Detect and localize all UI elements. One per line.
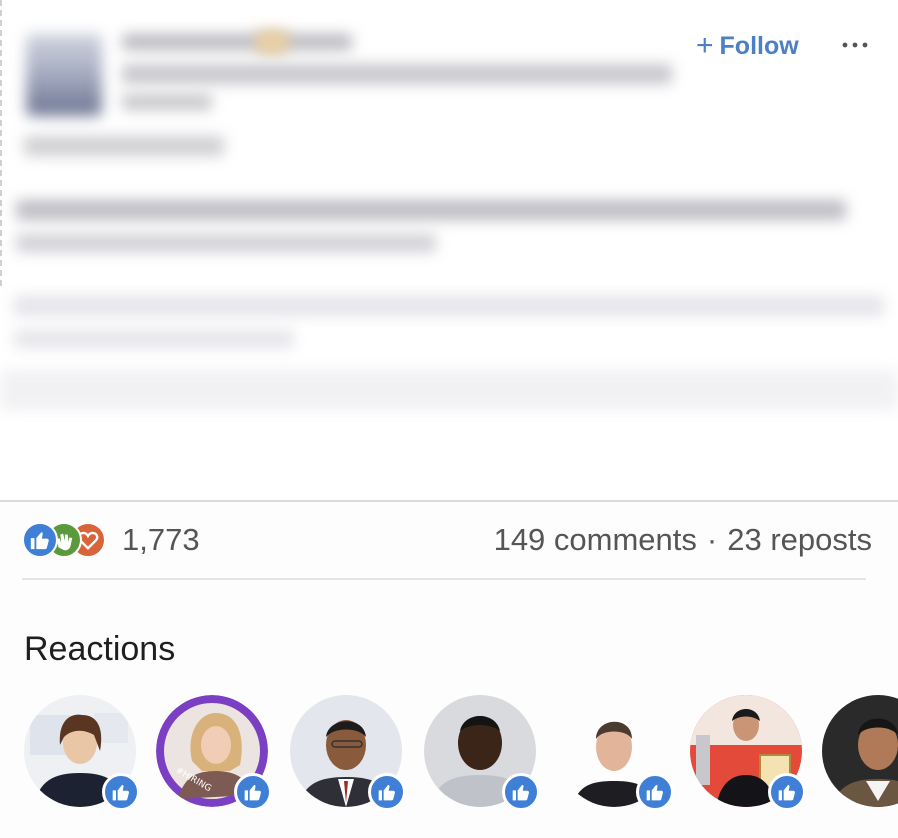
author-name-redacted[interactable] xyxy=(122,34,352,50)
like-icon xyxy=(22,522,58,558)
like-badge-icon xyxy=(502,773,540,811)
reactor-avatar-7[interactable] xyxy=(822,695,898,807)
author-emoji-redacted xyxy=(256,30,288,54)
reaction-icons-group[interactable] xyxy=(22,522,106,558)
follow-button[interactable]: + Follow xyxy=(696,29,799,63)
reactor-avatar-2[interactable]: #HIRING xyxy=(156,695,272,811)
reaction-count[interactable]: 1,773 xyxy=(122,522,200,558)
post-divider xyxy=(0,500,898,502)
plus-icon: + xyxy=(696,29,714,62)
post-text-line-2 xyxy=(16,234,436,252)
post-time-redacted xyxy=(122,94,212,110)
like-badge-icon xyxy=(102,773,140,811)
reactor-avatar-3[interactable] xyxy=(290,695,406,811)
reactor-avatar-4[interactable] xyxy=(424,695,540,811)
post-edge xyxy=(0,0,2,290)
post-media-redacted xyxy=(0,370,898,410)
post-text-line-3 xyxy=(14,296,884,316)
section-divider xyxy=(22,578,866,580)
author-headline-redacted xyxy=(122,64,672,84)
comments-count-link[interactable]: 149 comments xyxy=(494,522,697,558)
like-badge-icon xyxy=(636,773,674,811)
social-counts-bar: 1,773 149 comments · 23 reposts xyxy=(22,520,872,564)
like-badge-icon xyxy=(768,773,806,811)
follow-label: Follow xyxy=(719,31,799,60)
post-card: + Follow xyxy=(0,0,898,500)
reactor-photo-7 xyxy=(822,695,898,807)
more-options-button[interactable] xyxy=(838,30,872,60)
like-badge-icon xyxy=(234,773,272,811)
author-avatar[interactable] xyxy=(26,34,102,116)
reactor-avatar-5[interactable] xyxy=(558,695,674,811)
like-badge-icon xyxy=(368,773,406,811)
ellipsis-icon xyxy=(842,42,868,48)
separator-dot: · xyxy=(706,522,718,557)
post-text-line-1 xyxy=(16,200,846,220)
translation-link-redacted[interactable] xyxy=(24,136,224,156)
reactors-list: #HIRING xyxy=(0,695,898,815)
reactions-heading: Reactions xyxy=(24,630,176,668)
reposts-count-link[interactable]: 23 reposts xyxy=(727,522,872,558)
reactor-avatar-6[interactable] xyxy=(690,695,806,811)
reactor-avatar-1[interactable] xyxy=(24,695,140,811)
comments-reposts: 149 comments · 23 reposts xyxy=(494,522,872,558)
post-text-line-4 xyxy=(14,330,294,348)
